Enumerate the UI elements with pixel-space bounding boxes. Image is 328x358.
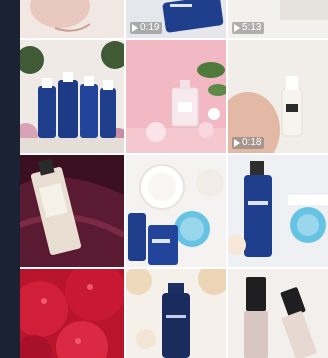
tile-image	[20, 269, 124, 358]
play-icon	[132, 24, 138, 32]
video-duration: 0:18	[242, 137, 262, 148]
grid-tile-dark-bottle-blossom[interactable]	[126, 269, 226, 358]
grid-tile-hand-serum[interactable]: 0:18	[228, 40, 328, 153]
tile-image	[126, 155, 226, 267]
grid-tile-pink-perfume[interactable]	[126, 40, 226, 153]
grid-tile-blue-bottle-top[interactable]: 0:19	[126, 0, 226, 38]
tile-image	[20, 155, 124, 267]
tile-image	[126, 40, 226, 153]
grid-tile-blue-bottles-flowers[interactable]	[20, 40, 124, 153]
video-badge: 0:18	[232, 137, 265, 149]
tile-image	[228, 269, 328, 358]
tile-image	[126, 269, 226, 358]
grid-tile-raspberries[interactable]	[20, 269, 124, 358]
tile-image	[20, 0, 124, 38]
play-icon	[234, 24, 240, 32]
tile-image	[228, 155, 328, 267]
grid-tile-amber-bottle-silk[interactable]	[20, 155, 124, 267]
grid-tile-cream-jars[interactable]	[126, 155, 226, 267]
media-grid: 0:19 5:13 0:18	[20, 0, 328, 358]
video-duration: 5:13	[242, 22, 262, 33]
tile-image	[20, 40, 124, 153]
play-icon	[234, 139, 240, 147]
video-duration: 0:19	[140, 22, 160, 33]
grid-tile-lip-gloss[interactable]	[228, 269, 328, 358]
left-sidebar	[0, 0, 20, 358]
grid-tile-hand-skin[interactable]	[20, 0, 124, 38]
grid-tile-blue-bottle-jar[interactable]	[228, 155, 328, 267]
grid-tile-pale-top[interactable]: 5:13	[228, 0, 328, 38]
video-badge: 5:13	[232, 22, 265, 34]
video-badge: 0:19	[130, 22, 163, 34]
